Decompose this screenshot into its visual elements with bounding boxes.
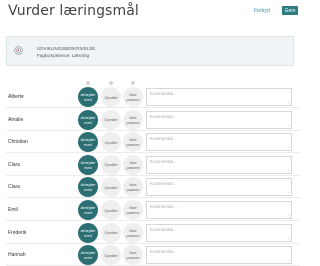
- option-working-on-button[interactable]: Arbejder med: [78, 132, 98, 153]
- student-row: Amalie Arbejder med Opnået Ikke paavne Komme…: [0, 109, 300, 131]
- option-not-assessed-button[interactable]: Ikke paavne: [123, 109, 143, 130]
- option-not-assessed-button[interactable]: Ikke paavne: [123, 245, 143, 266]
- resize-handle-icon[interactable]: [287, 123, 290, 127]
- student-row: Frederik Arbejder med Opnået Ikke paavne Kom…: [0, 222, 300, 244]
- column-indicator-dot: [109, 81, 113, 85]
- student-name: Alberte: [8, 94, 24, 100]
- option-working-on-button[interactable]: Arbejder med: [78, 87, 98, 107]
- comment-input[interactable]: Kommentar...: [146, 201, 292, 219]
- comment-placeholder: Kommentar...: [150, 204, 177, 209]
- learning-goal-box: UDVIKLINGSBESKRIVELSE Fagkompetence: Læs…: [6, 36, 294, 66]
- resize-handle-icon[interactable]: [287, 214, 290, 217]
- option-working-on-button[interactable]: Arbejder med: [78, 177, 98, 198]
- student-name: Emil: [8, 207, 18, 213]
- column-indicator-dot: [86, 81, 90, 85]
- option-not-assessed-button[interactable]: Ikke paavne: [123, 200, 143, 220]
- comment-placeholder: Kommentar...: [150, 113, 177, 119]
- option-achieved-button[interactable]: Opnået: [101, 109, 121, 130]
- comment-placeholder: Kommentar...: [150, 136, 177, 142]
- option-not-assessed-button[interactable]: Ikke paavne: [123, 87, 143, 107]
- student-row: Christian Arbejder med Opnået Ikke paavne Ko…: [0, 131, 300, 154]
- target-icon: [14, 46, 23, 55]
- resize-handle-icon[interactable]: [287, 101, 290, 104]
- student-row: Emil Arbejder med Opnået Ikke paavne Komment…: [0, 199, 300, 221]
- student-row: Alberte Arbejder med Opnået Ikke paavne Komm…: [0, 86, 300, 108]
- resize-handle-icon[interactable]: [287, 259, 290, 262]
- option-working-on-button[interactable]: Arbejder med: [78, 200, 98, 220]
- option-achieved-button[interactable]: Opnået: [101, 200, 121, 220]
- option-not-assessed-button[interactable]: Ikke paavne: [123, 132, 143, 153]
- resize-handle-icon[interactable]: [287, 146, 290, 149]
- resize-handle-icon[interactable]: [287, 169, 290, 172]
- goal-subtitle: Fagkompetence: Læsning: [37, 53, 90, 58]
- comment-placeholder: Kommentar...: [150, 249, 177, 255]
- student-row: Clara Arbejder med Opnået Ikke paavne Kommen…: [0, 176, 300, 199]
- resize-handle-icon[interactable]: [287, 236, 290, 240]
- comment-placeholder: Kommentar...: [150, 226, 177, 232]
- option-achieved-button[interactable]: Opnået: [101, 245, 121, 266]
- student-name: Clara: [8, 184, 20, 191]
- option-working-on-button[interactable]: Arbejder med: [78, 245, 98, 266]
- option-achieved-button[interactable]: Opnået: [101, 87, 121, 107]
- option-achieved-button[interactable]: Opnået: [101, 132, 121, 153]
- option-achieved-button[interactable]: Opnået: [101, 177, 121, 198]
- comment-input[interactable]: Kommentar...: [146, 155, 292, 174]
- goal-title: UDVIKLINGSBESKRIVELSE: [37, 46, 96, 51]
- student-name: Hannah: [8, 252, 26, 259]
- cancel-button[interactable]: Fortryd: [254, 8, 270, 14]
- comment-placeholder: Kommentar...: [150, 158, 177, 164]
- comment-input[interactable]: Kommentar...: [146, 88, 292, 106]
- option-working-on-button[interactable]: Arbejder med: [78, 154, 98, 175]
- student-name: Amalie: [8, 116, 24, 123]
- comment-input[interactable]: Kommentar...: [146, 178, 292, 197]
- student-row: Hannah Arbejder med Opnået Ikke paavne Komme…: [0, 244, 300, 266]
- column-indicator-dot: [131, 81, 135, 85]
- comment-input[interactable]: Kommentar...: [146, 110, 292, 129]
- comment-placeholder: Kommentar...: [150, 181, 177, 187]
- comment-input[interactable]: Kommentar...: [146, 133, 292, 152]
- comment-input[interactable]: Kommentar...: [146, 246, 292, 265]
- option-not-assessed-button[interactable]: Ikke paavne: [123, 154, 143, 175]
- option-not-assessed-button[interactable]: Ikke paavne: [123, 177, 143, 198]
- student-name: Clara: [8, 161, 20, 168]
- option-achieved-button[interactable]: Opnået: [101, 154, 121, 175]
- student-row: Clara Arbejder med Opnået Ikke paavne Kommen…: [0, 154, 300, 176]
- resize-handle-icon[interactable]: [287, 191, 290, 195]
- save-button[interactable]: Gem: [282, 6, 298, 15]
- comment-input[interactable]: Kommentar...: [146, 223, 292, 242]
- student-name: Christian: [8, 139, 28, 146]
- page-title: Vurder læringsmål: [8, 3, 139, 19]
- option-working-on-button[interactable]: Arbejder med: [78, 109, 98, 130]
- comment-placeholder: Kommentar...: [150, 91, 177, 96]
- student-name: Frederik: [8, 229, 27, 236]
